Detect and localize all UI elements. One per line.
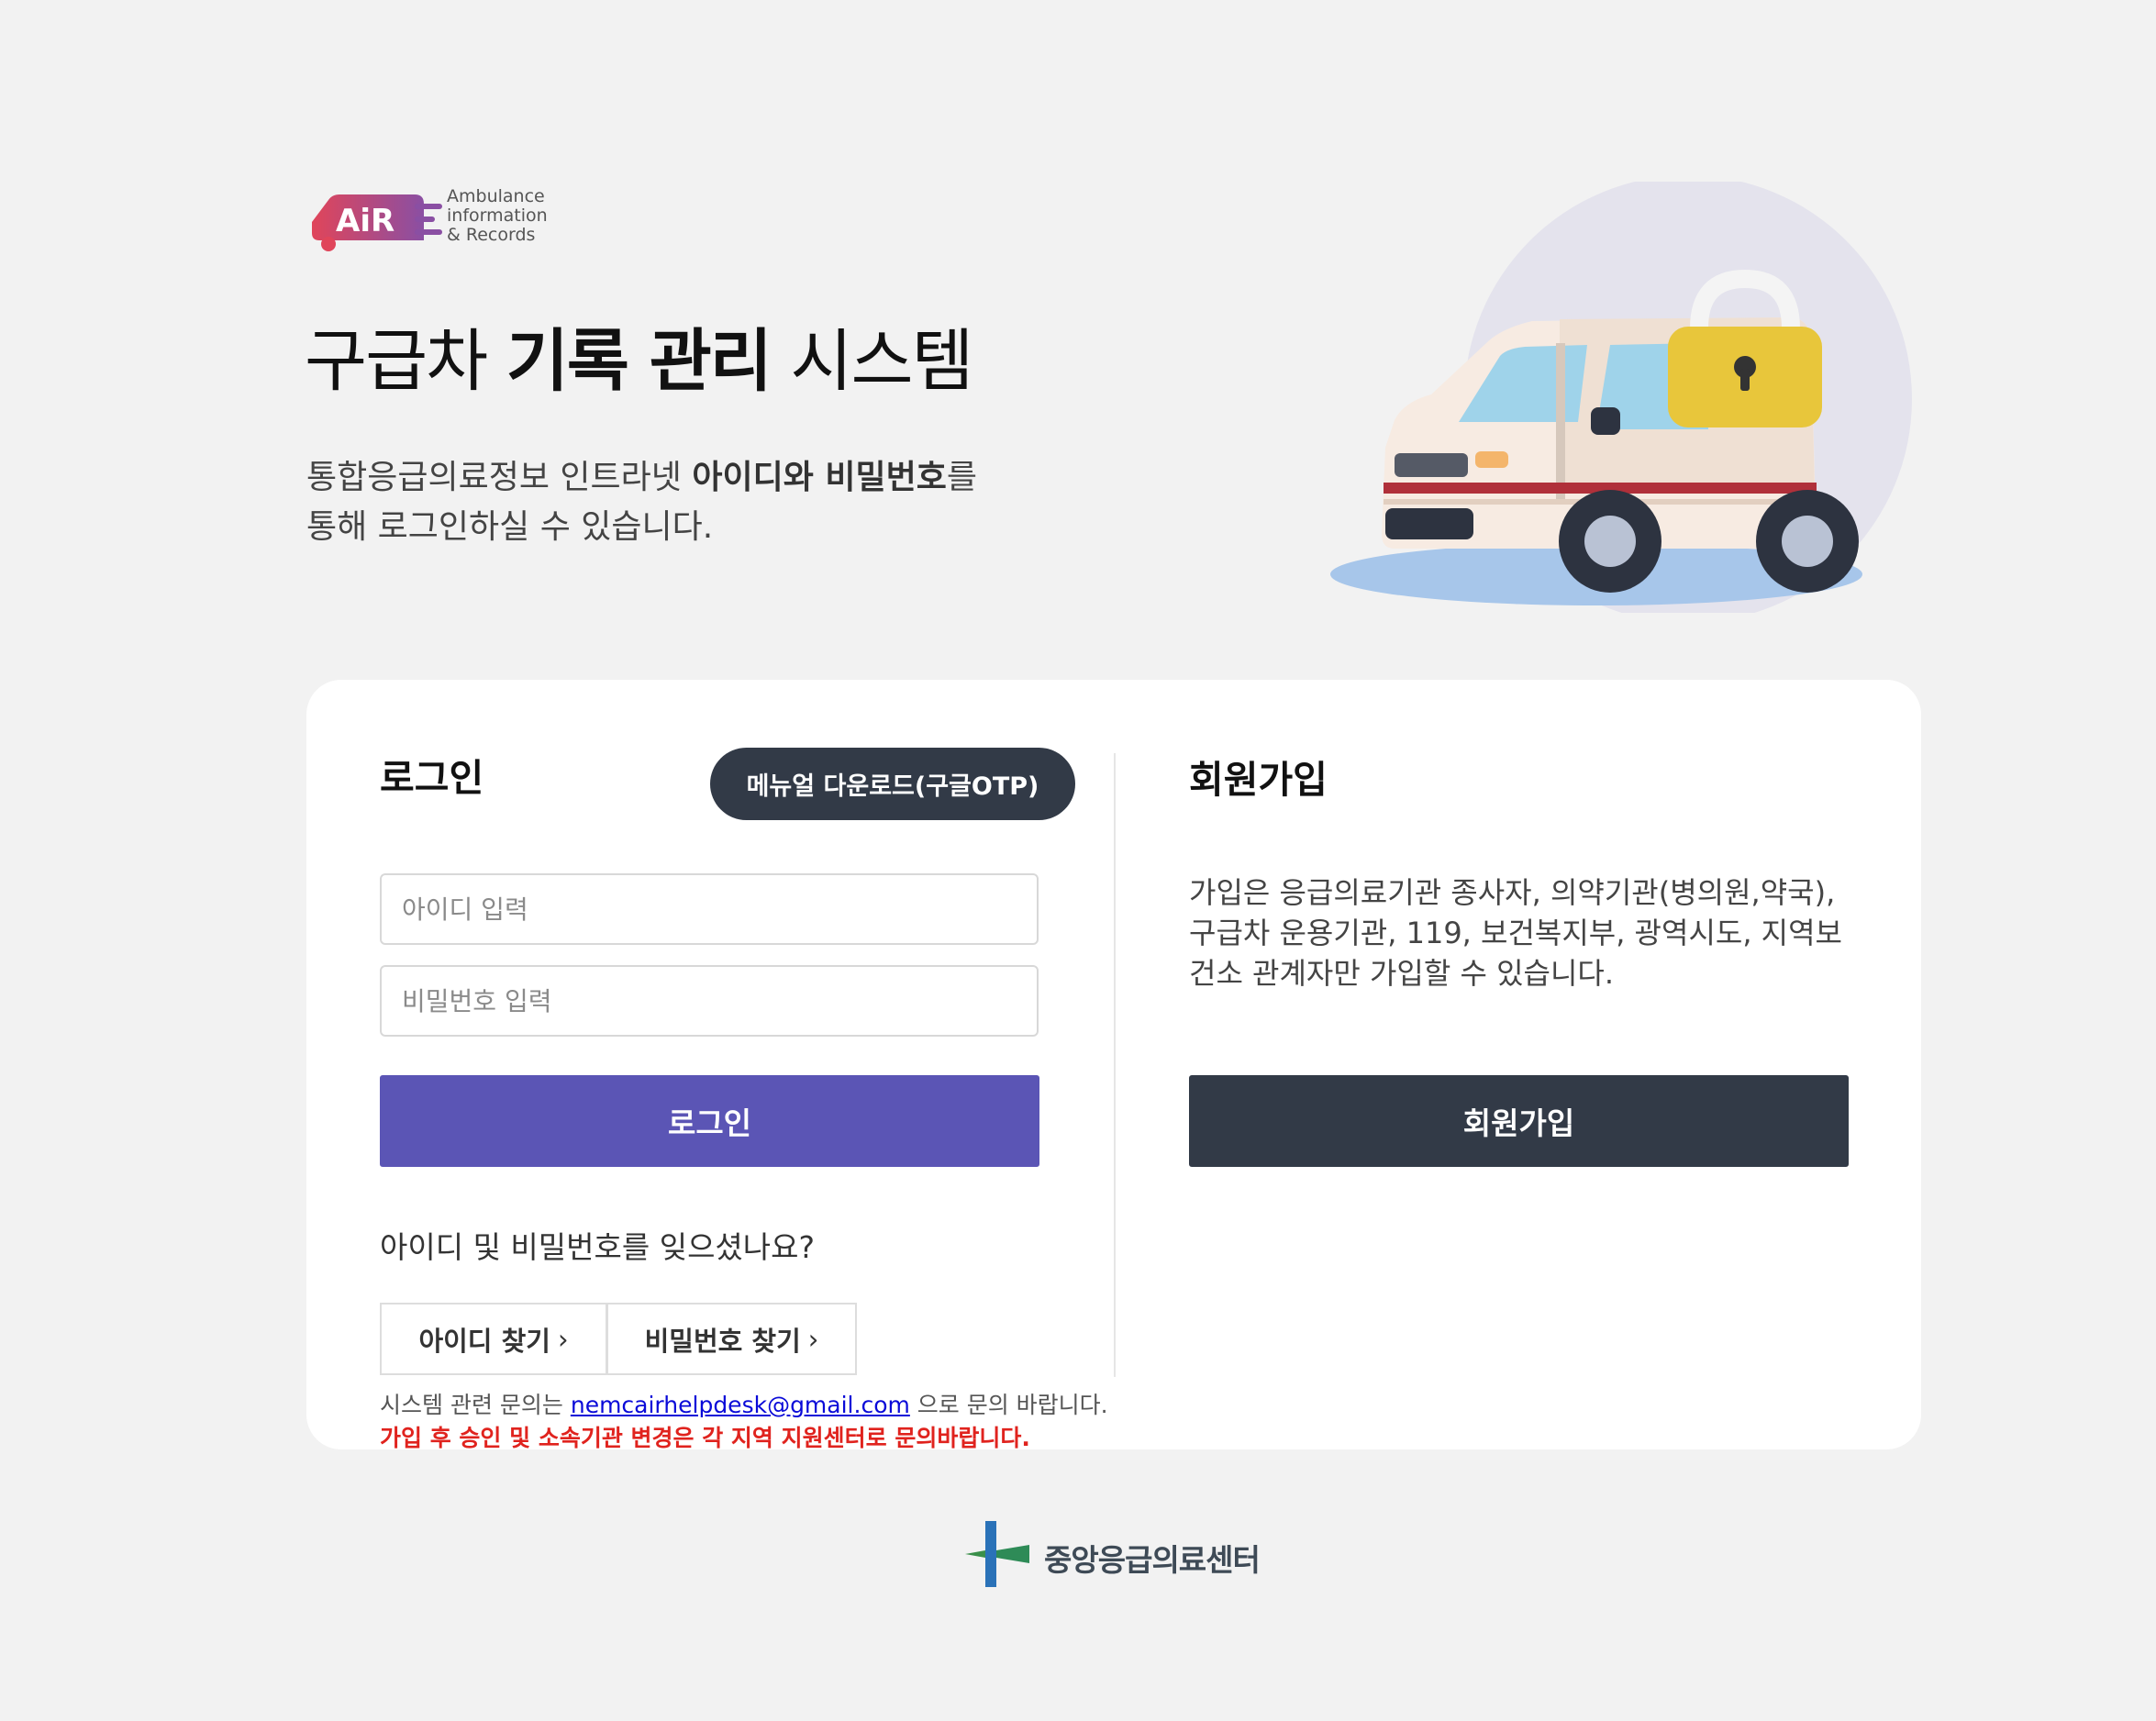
password-input[interactable] <box>380 965 1039 1037</box>
forgot-credentials-text: 아이디 및 비밀번호를 잊으셨나요? <box>380 1229 816 1265</box>
login-button[interactable]: 로그인 <box>380 1075 1039 1167</box>
approval-notice: 가입 후 승인 및 소속기관 변경은 각 지역 지원센터로 문의바랍니다. <box>380 1425 1030 1451</box>
contact-suffix: 으로 문의 바랍니다. <box>909 1392 1108 1418</box>
card-divider <box>1114 753 1116 1377</box>
logo-subtitle-line: & Records <box>447 225 536 245</box>
intro-bold: 아이디와 비밀번호 <box>692 459 947 496</box>
logo-subtitle-line: information <box>447 205 548 226</box>
signup-title: 회원가입 <box>1189 758 1328 802</box>
signup-description: 가입은 응급의료기관 종사자, 의약기관(병의원,약국), 구급차 운용기관, … <box>1189 875 1842 991</box>
logo-subtitle-line: Ambulance <box>447 186 545 206</box>
intro-line2: 통해 로그인하실 수 있습니다. <box>306 508 714 546</box>
contact-prefix: 시스템 관련 문의는 <box>380 1392 571 1418</box>
manual-download-button[interactable]: 메뉴얼 다운로드(구글OTP) <box>710 748 1075 820</box>
air-logo: AiR Ambulance information & Records <box>306 183 554 253</box>
find-password-label: 비밀번호 찾기 <box>644 1325 801 1357</box>
signup-button[interactable]: 회원가입 <box>1189 1075 1849 1167</box>
intro-suffix: 를 <box>946 459 977 496</box>
page-title: 구급차 기록 관리 시스템 <box>305 317 974 405</box>
chevron-right-icon: › <box>807 1323 819 1355</box>
page-title-tail: 시스템 <box>770 322 973 401</box>
find-id-button[interactable]: 아이디 찾기 › <box>380 1303 607 1375</box>
cross-emblem-icon <box>965 1521 1029 1587</box>
ambulance-lock-illustration <box>1330 182 1912 613</box>
chevron-right-icon: › <box>557 1323 569 1355</box>
intro-text: 통합응급의료정보 인트라넷 아이디와 비밀번호를통해 로그인하실 수 있습니다. <box>306 453 977 552</box>
contact-email-link[interactable]: nemcairhelpdesk@gmail.com <box>571 1392 910 1418</box>
id-input[interactable] <box>380 873 1039 945</box>
page-title-bold: 기록 관리 <box>506 322 772 401</box>
login-title: 로그인 <box>380 756 484 800</box>
page-title-plain: 구급차 <box>305 322 506 401</box>
logo-subtitle: Ambulance information & Records <box>447 187 548 245</box>
find-id-label: 아이디 찾기 <box>418 1325 550 1357</box>
contact-info: 시스템 관련 문의는 nemcairhelpdesk@gmail.com 으로 … <box>380 1390 1108 1421</box>
intro-prefix: 통합응급의료정보 인트라넷 <box>306 459 693 496</box>
air-logo-mark-icon: AiR <box>312 194 442 251</box>
logo-mark-text: AiR <box>336 203 395 239</box>
org-name: 중앙응급의료센터 <box>1044 1542 1261 1578</box>
footer-org-logo: 중앙응급의료센터 <box>965 1519 1268 1593</box>
find-password-button[interactable]: 비밀번호 찾기 › <box>606 1303 857 1375</box>
